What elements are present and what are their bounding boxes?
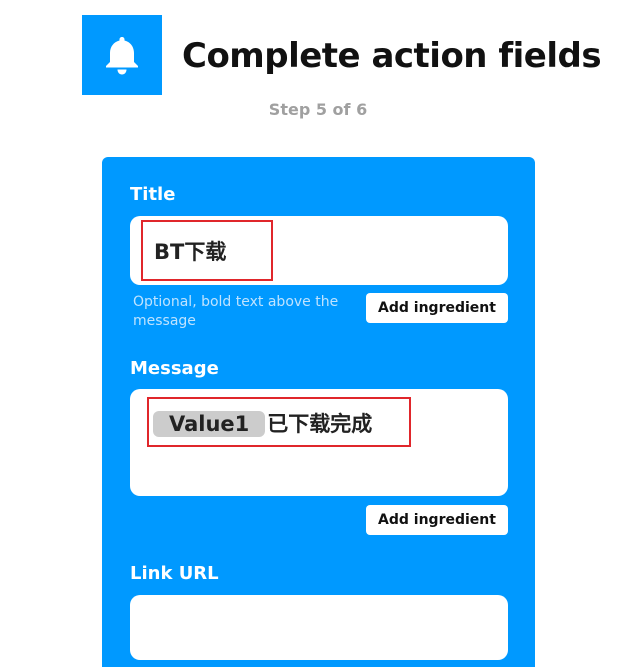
action-fields-card: Title BT下载 Optional, bold text above the… bbox=[102, 157, 535, 667]
page-title: Complete action fields bbox=[182, 36, 602, 76]
page: Complete action fields Step 5 of 6 Title… bbox=[0, 0, 628, 667]
message-label: Message bbox=[130, 358, 219, 379]
message-input-content: Value1 已下载完成 bbox=[153, 408, 372, 438]
step-indicator: Step 5 of 6 bbox=[268, 100, 368, 119]
title-add-ingredient-button[interactable]: Add ingredient bbox=[366, 293, 508, 323]
title-input[interactable]: BT下载 bbox=[130, 216, 508, 285]
title-input-value: BT下载 bbox=[154, 240, 227, 264]
message-input-value: 已下载完成 bbox=[267, 412, 373, 436]
ingredient-pill-value1[interactable]: Value1 bbox=[153, 411, 266, 437]
title-helper-text: Optional, bold text above the message bbox=[133, 294, 339, 329]
message-add-ingredient-button[interactable]: Add ingredient bbox=[366, 505, 508, 535]
message-input[interactable]: Value1 已下载完成 bbox=[130, 389, 508, 496]
link-url-label: Link URL bbox=[130, 563, 219, 584]
title-label: Title bbox=[130, 184, 176, 205]
link-url-input[interactable] bbox=[130, 595, 508, 660]
bell-icon bbox=[82, 15, 162, 95]
